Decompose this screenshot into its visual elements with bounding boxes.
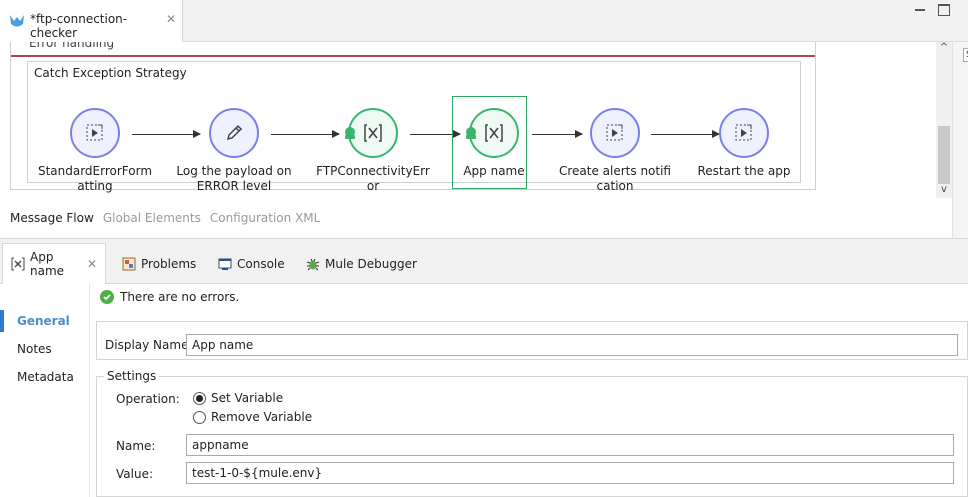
panel-tab-label: App name [30, 250, 65, 278]
nav-item-metadata[interactable]: Metadata [0, 366, 90, 388]
variable-connector-icon [345, 127, 355, 139]
panel-tab-problems[interactable]: Problems [114, 243, 204, 284]
flow-node-label: FTPConnectivityError [316, 164, 430, 193]
catch-exception-strategy-title: Catch Exception Strategy [34, 66, 187, 80]
variable-value-input[interactable] [186, 462, 954, 484]
maximize-icon[interactable] [938, 4, 950, 16]
variable-x-icon [11, 257, 25, 271]
canvas-vertical-scrollbar[interactable]: ^ v [936, 42, 952, 198]
flow-reference-icon [735, 124, 752, 141]
console-icon [218, 257, 232, 271]
operation-label: Operation: [116, 392, 180, 406]
flow-node-label: Restart the app [697, 164, 791, 178]
flow-canvas: Error handling Catch Exception Strategy … [0, 42, 936, 198]
debugger-bug-icon [306, 257, 320, 271]
editor-tabbar: *ftp-connection-checker ✕ [0, 0, 968, 42]
flow-node-circle [345, 108, 398, 158]
variable-x-icon [364, 124, 382, 142]
radio-label: Remove Variable [211, 410, 313, 424]
minimize-icon[interactable] [914, 4, 926, 16]
radio-button[interactable] [193, 410, 206, 424]
flow-node-create-alerts-notification[interactable]: Create alerts notification [557, 108, 673, 194]
editor-tab-label: *ftp-connection-checker [30, 12, 128, 40]
properties-view: General Notes Metadata There are no erro… [0, 284, 968, 497]
variable-name-input[interactable] [186, 434, 954, 456]
validation-status: There are no errors. [100, 290, 239, 304]
nav-item-notes[interactable]: Notes [0, 338, 90, 360]
tab-message-flow[interactable]: Message Flow [10, 211, 94, 225]
tab-global-elements[interactable]: Global Elements [103, 211, 201, 225]
variable-connector-icon [466, 127, 476, 139]
properties-nav: General Notes Metadata [0, 284, 90, 497]
flow-node-label: Log the payload on ERROR level [176, 164, 292, 193]
panel-tab-console[interactable]: Console [210, 243, 293, 284]
radio-label: Set Variable [211, 391, 284, 405]
logger-pencil-icon [226, 124, 243, 141]
flow-node-circle [590, 108, 640, 158]
panel-tab-label: Problems [141, 256, 197, 271]
flow-node-label: Create alerts notification [558, 164, 671, 193]
nav-item-general[interactable]: General [0, 310, 90, 332]
status-text: There are no errors. [120, 290, 240, 304]
radio-remove-variable[interactable]: Remove Variable [193, 410, 312, 424]
error-handling-scope: Error handling Catch Exception Strategy … [10, 42, 816, 193]
flow-node-restart-the-app[interactable]: Restart the app [686, 108, 802, 179]
checkmark-ok-icon [100, 290, 114, 304]
flow-node-log-payload[interactable]: Log the payload on ERROR level [176, 108, 292, 194]
close-icon[interactable]: ✕ [166, 12, 176, 26]
flow-node-circle [719, 108, 769, 158]
window-controls [914, 4, 950, 16]
flow-node-ftp-connectivity-error[interactable]: FTPConnectivityError [315, 108, 431, 194]
flow-node-standard-error-formatting[interactable]: StandardErrorFormatting [37, 108, 153, 194]
mule-icon [8, 12, 26, 30]
radio-button-checked[interactable] [193, 391, 206, 405]
panel-tab-label: Mule Debugger [325, 256, 417, 271]
scroll-down-arrow-icon[interactable]: v [936, 184, 952, 198]
side-strip-button[interactable]: S [963, 48, 968, 62]
side-strip: S [952, 42, 968, 238]
flow-node-circle [466, 108, 519, 158]
panel-tabbar: App name ✕ Problems Console Mule Debugge… [0, 238, 968, 284]
panel-tab-mule-debugger[interactable]: Mule Debugger [298, 243, 425, 284]
editor-tab-ftp-connection-checker[interactable]: *ftp-connection-checker ✕ [0, 0, 183, 42]
flow-node-circle [209, 108, 259, 158]
panel-tab-app-name[interactable]: App name ✕ [2, 243, 106, 284]
name-label: Name: [116, 439, 156, 453]
scrollbar-thumb[interactable] [938, 126, 950, 184]
editor-view-tabs: Message Flow Global Elements Configurati… [0, 198, 952, 238]
problems-icon [122, 257, 136, 271]
error-handling-header: Error handling [11, 42, 815, 57]
panel-tab-label: Console [237, 256, 285, 271]
value-label: Value: [116, 467, 153, 481]
catch-exception-strategy-scope[interactable]: Catch Exception Strategy StandardErrorFo… [27, 61, 802, 193]
tab-configuration-xml[interactable]: Configuration XML [210, 211, 320, 225]
close-icon[interactable]: ✕ [87, 257, 97, 271]
flow-node-label: StandardErrorFormatting [37, 164, 153, 193]
radio-set-variable[interactable]: Set Variable [193, 391, 283, 405]
variable-x-icon [485, 124, 503, 142]
flow-reference-icon [606, 124, 623, 141]
flow-reference-icon [86, 124, 103, 141]
scroll-up-arrow-icon[interactable]: ^ [936, 42, 952, 56]
flow-node-circle [70, 108, 120, 158]
display-name-label: Display Name: [105, 338, 193, 352]
display-name-input[interactable] [186, 334, 958, 356]
settings-legend: Settings [104, 369, 160, 383]
flow-node-app-name[interactable]: App name [436, 96, 552, 189]
